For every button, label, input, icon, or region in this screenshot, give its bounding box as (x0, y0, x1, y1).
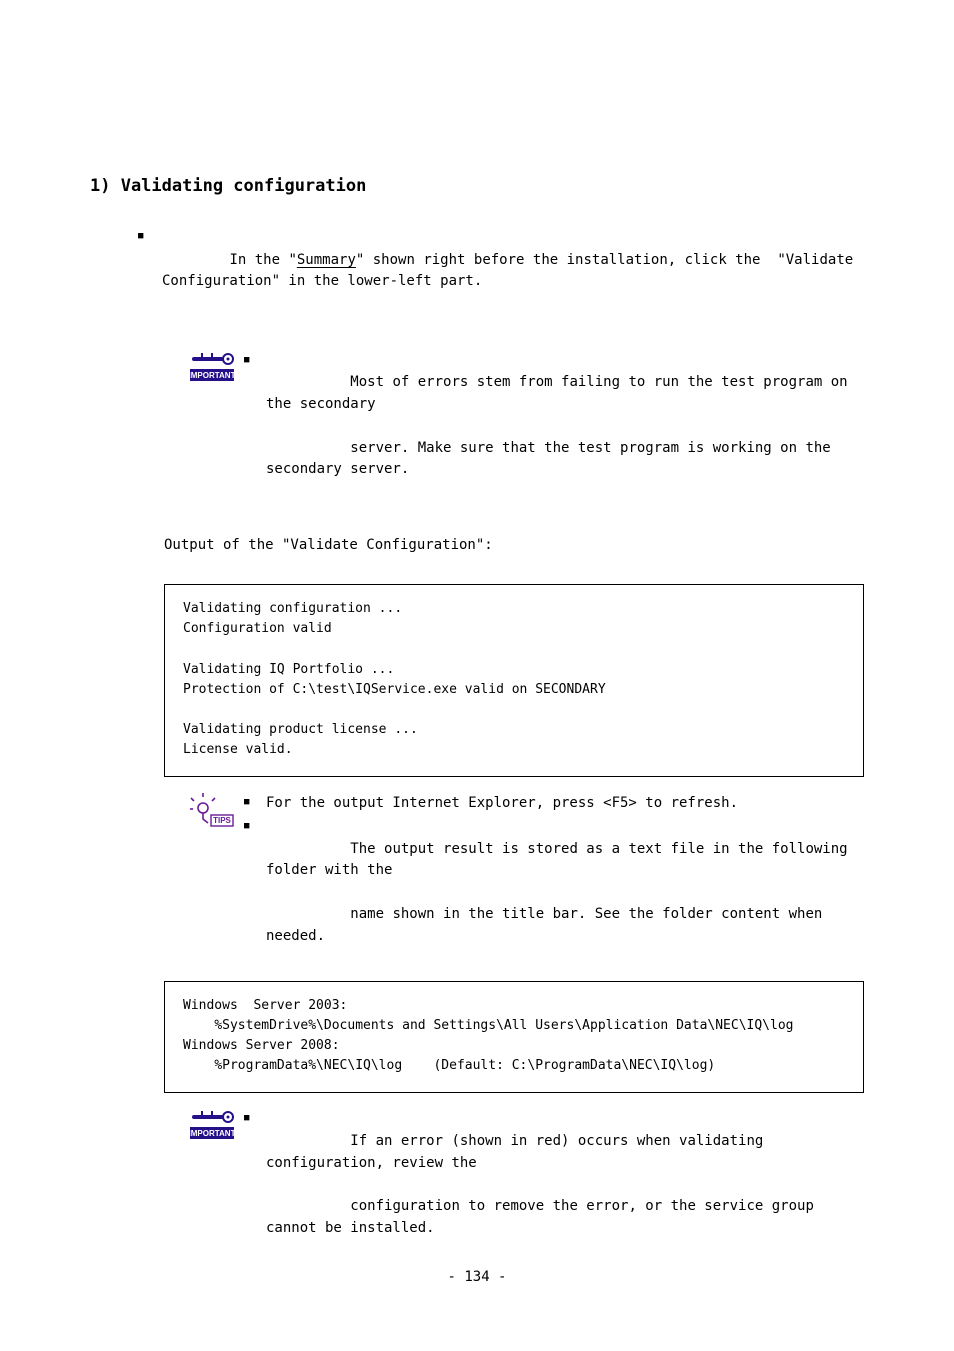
svg-text:IMPORTANT: IMPORTANT (190, 1129, 234, 1138)
output-intro: Output of the "Validate Configuration": (164, 535, 864, 557)
intro-pre: In the " (229, 252, 296, 268)
important-callout-1: IMPORTANT ■ Most of errors stem from fai… (190, 351, 864, 505)
bullet-icon: ■ (244, 793, 266, 807)
tips-icon: TIPS (190, 793, 244, 827)
validation-output-box: Validating configuration ... Configurati… (164, 584, 864, 777)
important-2-text: If an error (shown in red) occurs when v… (266, 1109, 864, 1261)
intro-underline: Summary (297, 252, 356, 268)
page-number: - 134 - (0, 1269, 954, 1285)
svg-text:IMPORTANT: IMPORTANT (190, 371, 234, 380)
log-path-box: Windows Server 2003: %SystemDrive%\Docum… (164, 981, 864, 1094)
tip-1-text: For the output Internet Explorer, press … (266, 793, 738, 815)
tip-2-text: The output result is stored as a text fi… (266, 817, 864, 969)
page: 1) Validating configuration ■ In the "Su… (0, 0, 954, 1351)
important-1-text: Most of errors stem from failing to run … (266, 351, 864, 503)
bullet-icon: ■ (244, 351, 266, 365)
bullet-icon: ■ (244, 817, 266, 831)
svg-text:TIPS: TIPS (213, 816, 231, 825)
section-heading: 1) Validating configuration (90, 176, 864, 196)
important-icon: IMPORTANT (190, 351, 244, 383)
important-callout-2: IMPORTANT ■ If an error (shown in red) o… (190, 1109, 864, 1263)
intro-text: ■ In the "Summary" shown right before th… (138, 228, 864, 315)
bullet-icon: ■ (244, 1109, 266, 1123)
tips-callout: TIPS ■ For the output Internet Explorer,… (190, 793, 864, 971)
bullet-icon: ■ (138, 228, 162, 241)
important-icon: IMPORTANT (190, 1109, 244, 1141)
